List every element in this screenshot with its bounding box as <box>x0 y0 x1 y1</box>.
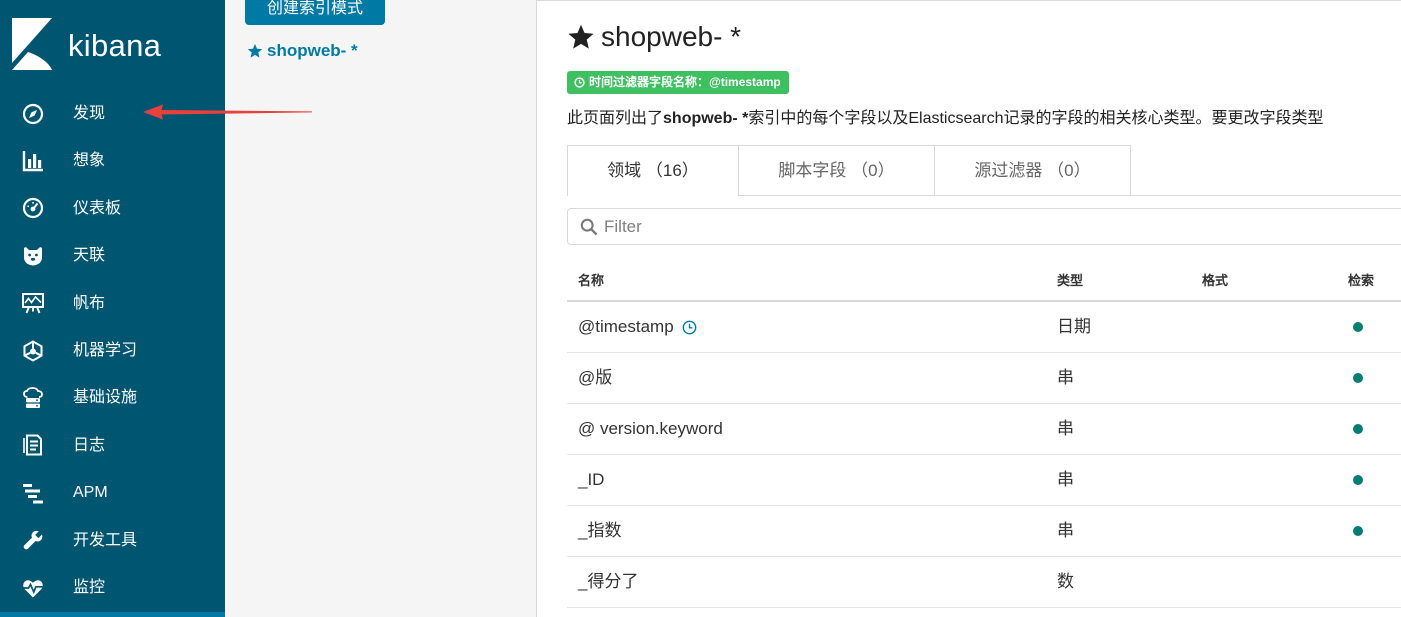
heartbeat-icon <box>22 577 44 599</box>
field-type: 串 <box>1057 419 1074 438</box>
nav-item-label: 天联 <box>73 247 106 265</box>
nav-item-machine-learning[interactable]: 机器学习 <box>0 327 225 374</box>
nav-item-canvas[interactable]: 帆布 <box>0 280 225 327</box>
field-name-cell: _得分了 <box>578 557 638 607</box>
nav-item-label: 想象 <box>73 152 106 170</box>
sidebar-collapse-bar[interactable] <box>0 612 225 617</box>
nav-item-label: 仪表板 <box>73 199 122 217</box>
column-header-type[interactable]: 类型 <box>1057 262 1083 300</box>
nav-item-label: 开发工具 <box>73 531 138 549</box>
fields-table: 名称 类型 格式 检索 @timestamp 日期 @版 串 @ version… <box>567 262 1401 608</box>
field-type: 数 <box>1057 572 1074 591</box>
nav-item-label: APM <box>73 484 108 502</box>
nav-item-apm[interactable]: APM <box>0 469 225 516</box>
table-row: _指数 串 <box>567 506 1401 557</box>
table-row: @ version.keyword 串 <box>567 404 1401 455</box>
field-name-cell: @timestamp <box>578 302 697 352</box>
table-row: @timestamp 日期 <box>567 302 1401 353</box>
column-header-name[interactable]: 名称 <box>578 262 604 300</box>
field-name: @timestamp <box>578 317 674 336</box>
table-row: _ID 串 <box>567 455 1401 506</box>
canvas-icon <box>22 292 44 314</box>
field-tabs: 领域 （16） 脚本字段 （0） 源过滤器 （0） <box>567 145 1401 196</box>
searchable-indicator <box>1353 373 1363 383</box>
field-name: _得分了 <box>578 572 639 591</box>
table-header: 名称 类型 格式 检索 <box>567 262 1401 302</box>
nav-item-dashboard[interactable]: 仪表板 <box>0 185 225 232</box>
field-name-cell: _ID <box>578 455 604 505</box>
field-name-cell: @版 <box>578 353 612 403</box>
column-header-searchable[interactable]: 检索 <box>1348 262 1374 300</box>
field-type: 串 <box>1057 470 1074 489</box>
description-index-name: shopweb- * <box>663 110 749 127</box>
nav-item-infrastructure[interactable]: 基础设施 <box>0 374 225 421</box>
field-name: _ID <box>578 470 605 489</box>
field-name-cell: @ version.keyword <box>578 404 723 454</box>
table-row: @版 串 <box>567 353 1401 404</box>
index-pattern-link[interactable]: shopweb- * <box>247 40 358 62</box>
index-pattern-label: shopweb- * <box>267 41 358 60</box>
nav-item-label: 日志 <box>73 436 106 454</box>
clock-icon <box>682 320 697 335</box>
nav-item-logs[interactable]: 日志 <box>0 422 225 469</box>
table-row: _得分了 数 <box>567 557 1401 608</box>
machine-learning-icon <box>22 339 44 362</box>
field-type: 日期 <box>1057 317 1091 336</box>
bar-chart-icon <box>22 150 44 172</box>
sidebar: kibana 发现 想象 仪表板 天联 帆布 机器学习 基础设施 日志 APM … <box>0 0 225 617</box>
field-name: @版 <box>578 368 613 387</box>
gauge-icon <box>22 197 44 219</box>
field-name-cell: _指数 <box>578 506 621 556</box>
searchable-indicator <box>1353 475 1363 485</box>
description-prefix: 此页面列出了 <box>567 110 664 127</box>
apm-icon <box>22 482 44 504</box>
brand-name: kibana <box>68 28 162 63</box>
clock-icon <box>574 77 585 88</box>
searchable-indicator <box>1353 424 1363 434</box>
nav-item-monitoring[interactable]: 监控 <box>0 564 225 611</box>
field-type: 串 <box>1057 521 1074 540</box>
annotation-arrow <box>140 100 315 125</box>
time-filter-badge-text: 时间过滤器字段名称：@timestamp <box>589 75 781 89</box>
nav-item-label: 机器学习 <box>73 341 138 359</box>
star-icon <box>247 43 263 59</box>
compass-icon <box>22 103 44 125</box>
nav-item-visualize[interactable]: 想象 <box>0 137 225 184</box>
star-icon <box>567 23 595 51</box>
create-index-pattern-button[interactable]: 创建索引模式 <box>245 0 385 25</box>
kibana-logo-icon <box>12 18 52 70</box>
field-name: @ version.keyword <box>578 419 723 438</box>
tab-fields[interactable]: 领域 （16） <box>567 145 739 196</box>
nav-item-label: 帆布 <box>73 294 106 312</box>
kibana-logo[interactable]: kibana <box>0 0 225 88</box>
logs-icon <box>22 434 44 456</box>
tab-source-filters[interactable]: 源过滤器 （0） <box>934 145 1131 195</box>
wrench-icon <box>22 529 44 551</box>
nav-item-dev-tools[interactable]: 开发工具 <box>0 517 225 564</box>
column-header-format[interactable]: 格式 <box>1202 262 1228 300</box>
nav-item-timelion[interactable]: 天联 <box>0 232 225 279</box>
search-icon <box>580 218 598 236</box>
filter-input[interactable] <box>604 209 1384 244</box>
nav-item-label: 发现 <box>73 105 106 122</box>
bear-icon <box>22 245 44 267</box>
infrastructure-icon <box>22 387 44 409</box>
field-name: _指数 <box>578 521 622 540</box>
field-type: 串 <box>1057 368 1074 387</box>
nav-item-label: 基础设施 <box>73 389 138 407</box>
sidebar-nav: 发现 想象 仪表板 天联 帆布 机器学习 基础设施 日志 APM 开发工具 监控 <box>0 90 225 611</box>
nav-item-label: 监控 <box>73 578 106 596</box>
index-pattern-list-panel: 创建索引模式 shopweb- * <box>225 0 537 617</box>
searchable-indicator <box>1353 322 1363 332</box>
index-pattern-detail: shopweb- * 时间过滤器字段名称：@timestamp 此页面列出了sh… <box>537 0 1401 617</box>
tab-scripted-fields[interactable]: 脚本字段 （0） <box>738 145 935 195</box>
field-filter <box>567 208 1401 245</box>
description-suffix: 索引中的每个字段以及Elasticsearch记录的字段的相关核心类型。要更改字… <box>748 110 1324 127</box>
page-title: shopweb- * <box>567 20 741 54</box>
page-description: 此页面列出了shopweb- *索引中的每个字段以及Elasticsearch记… <box>567 108 1324 130</box>
searchable-indicator <box>1353 526 1363 536</box>
page-title-text: shopweb- * <box>601 21 742 52</box>
time-filter-badge: 时间过滤器字段名称：@timestamp <box>567 71 789 94</box>
